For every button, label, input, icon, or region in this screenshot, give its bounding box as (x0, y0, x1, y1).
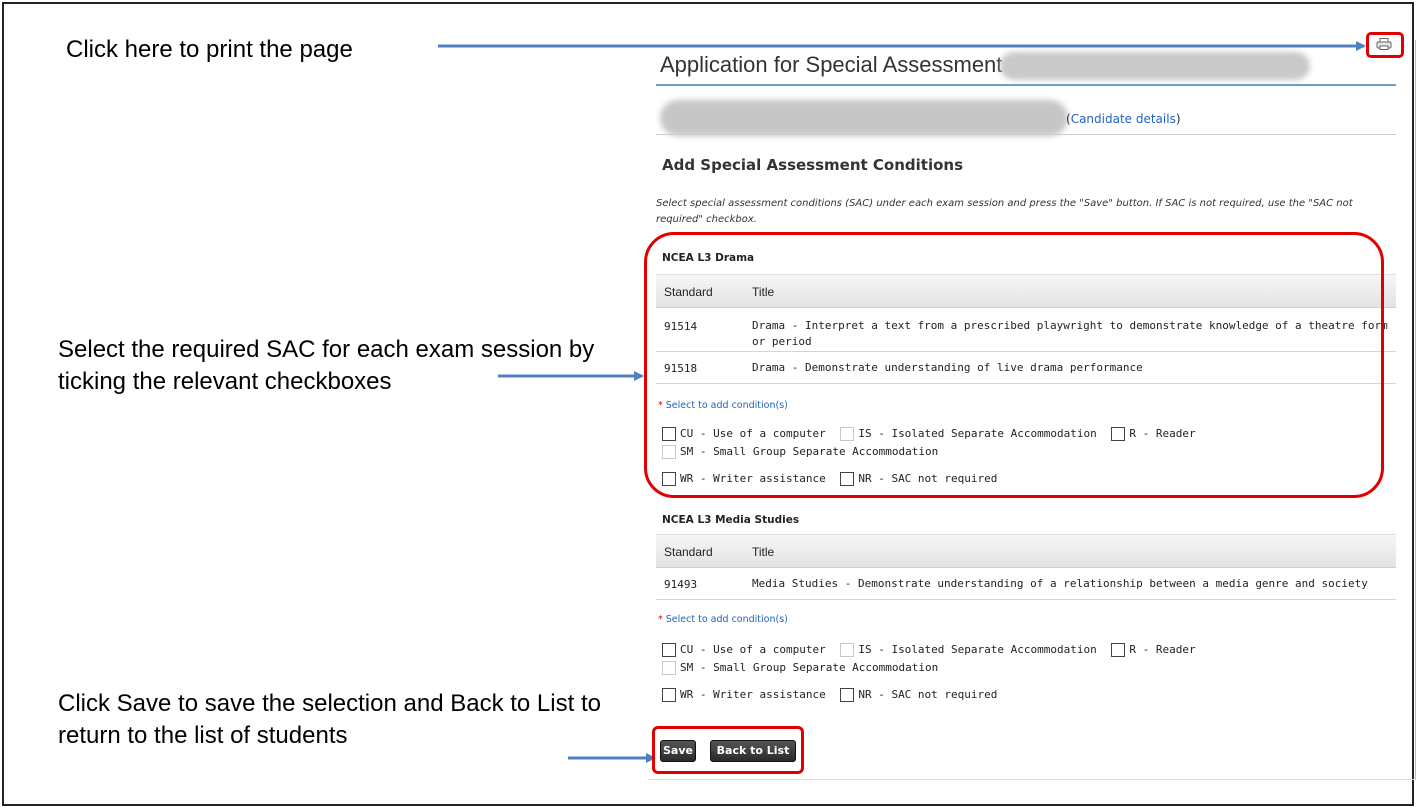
standard-title: Media Studies - Demonstrate understandin… (752, 577, 1368, 590)
candidate-details-link-wrap: (Candidate details) (1066, 112, 1181, 126)
select-hint: * Select to add condition(s) (658, 614, 788, 625)
wr-label: WR - Writer assistance (680, 688, 826, 701)
col-title: Title (752, 545, 775, 559)
col-standard: Standard (664, 545, 713, 559)
callout-save-text: Click Save to save the selection and Bac… (58, 690, 601, 749)
standard-code: 91493 (664, 578, 698, 591)
page-title: Application for Special Assessment - (660, 52, 1016, 77)
nr-checkbox[interactable] (840, 688, 855, 702)
r-label: R - Reader (1129, 643, 1196, 656)
cu-checkbox[interactable] (662, 643, 676, 657)
drama-session-highlight (644, 232, 1384, 498)
condition-row: SM - Small Group Separate Accommodation (662, 661, 946, 677)
wr-checkbox[interactable] (662, 688, 676, 702)
condition-row: CU - Use of a computer IS - Isolated Sep… (662, 643, 1204, 659)
is-label: IS - Isolated Separate Accommodation (858, 643, 1097, 656)
section-heading: Add Special Assessment Conditions (662, 156, 964, 174)
table-row: 91493 Media Studies - Demonstrate unders… (656, 568, 1396, 600)
sm-checkbox[interactable] (662, 661, 676, 675)
r-checkbox[interactable] (1111, 643, 1126, 657)
callout-print-text: Click here to print the page (66, 36, 353, 63)
back-to-list-button[interactable]: Back to List (710, 740, 796, 762)
candidate-details-link[interactable]: Candidate details (1071, 112, 1176, 126)
cu-label: CU - Use of a computer (680, 643, 826, 656)
print-icon[interactable] (1376, 38, 1392, 50)
condition-row: WR - Writer assistance NR - SAC not requ… (662, 688, 1005, 704)
title-divider (656, 84, 1396, 86)
header-divider (656, 134, 1396, 135)
callout-select-text: Select the required SAC for each exam se… (58, 336, 595, 395)
redacted-candidate (660, 100, 1068, 136)
redacted-name (1000, 52, 1310, 80)
instructions-text: Select special assessment conditions (SA… (656, 198, 1353, 225)
standards-table-header: Standard Title (656, 534, 1396, 568)
sm-label: SM - Small Group Separate Accommodation (680, 661, 939, 674)
nr-label: NR - SAC not required (858, 688, 998, 701)
save-button[interactable]: Save (660, 740, 696, 762)
is-checkbox[interactable] (840, 643, 855, 657)
session-title-media: NCEA L3 Media Studies (662, 514, 800, 526)
